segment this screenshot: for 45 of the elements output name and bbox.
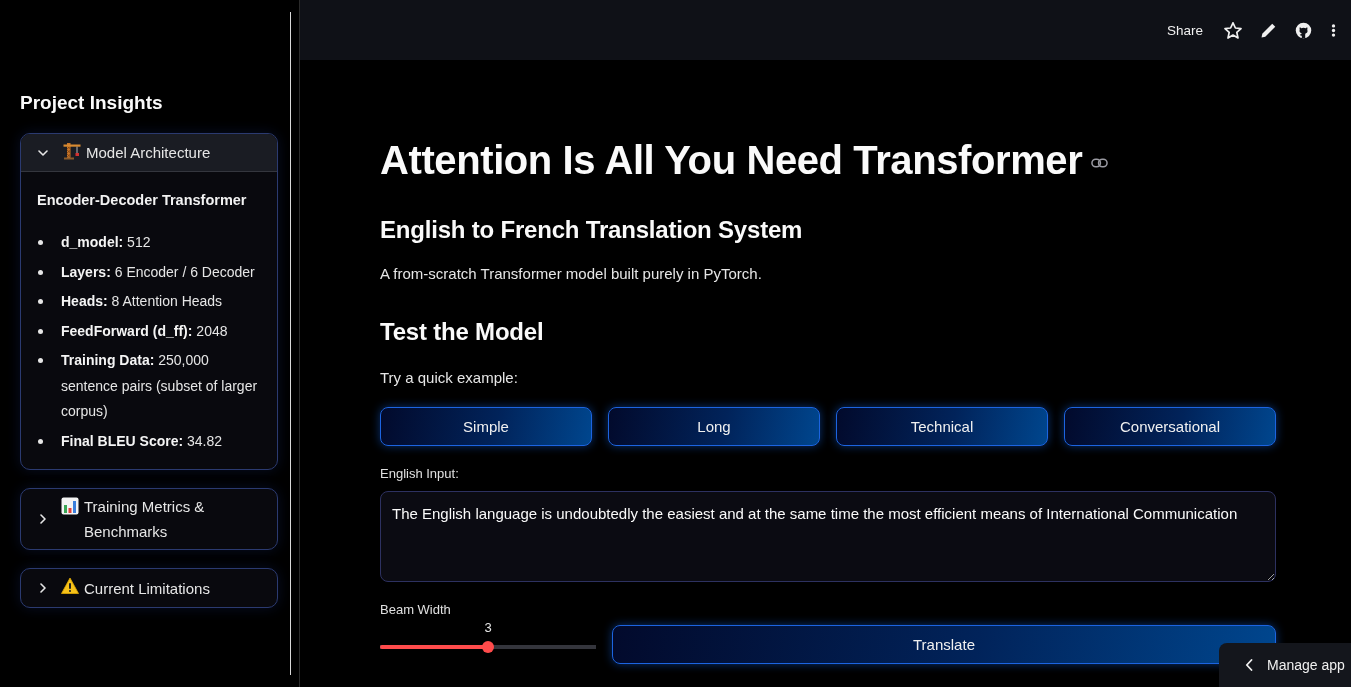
example-button[interactable]: Simple bbox=[380, 407, 592, 446]
manage-app-button[interactable]: Manage app bbox=[1219, 643, 1351, 687]
github-icon[interactable] bbox=[1295, 21, 1312, 39]
slider-value: 3 bbox=[484, 620, 492, 636]
bullet-icon bbox=[38, 299, 43, 304]
spec-item: Training Data: 250,000 sentence pairs (subset of larger corpus) bbox=[61, 351, 259, 421]
section-heading: Test the Model bbox=[380, 317, 545, 347]
text-input[interactable]: The English language is undoubtedly the easiest and at the same time the most efficient means of International Communication bbox=[380, 491, 1276, 582]
spec-item: Layers: 6 Encoder / 6 Decoder bbox=[61, 262, 255, 282]
page-title: Attention Is All You Need Transformer bbox=[380, 137, 1083, 184]
bar-chart-icon bbox=[61, 497, 79, 515]
pencil-icon[interactable] bbox=[1261, 22, 1276, 38]
chevron-down-icon bbox=[38, 149, 48, 156]
slider-label: Beam Width bbox=[380, 601, 452, 619]
spec-item: Heads: 8 Attention Heads bbox=[61, 292, 223, 311]
spec-item: d_model: 512 bbox=[61, 233, 151, 252]
example-button[interactable]: Technical bbox=[836, 407, 1048, 446]
expander-heading: Encoder-Decoder Transformer bbox=[37, 191, 248, 210]
description-text: A from-scratch Transformer model built purely in PyTorch. bbox=[380, 264, 763, 284]
prompt-text: Try a quick example: bbox=[380, 368, 519, 388]
share-button[interactable]: Share bbox=[1166, 22, 1203, 38]
star-icon[interactable] bbox=[1224, 21, 1242, 39]
bullet-icon bbox=[38, 328, 43, 334]
bullet-icon bbox=[38, 358, 43, 363]
bullet-icon bbox=[38, 269, 43, 275]
bullet-icon bbox=[38, 438, 43, 444]
bullet-icon bbox=[38, 240, 43, 245]
example-button[interactable]: Conversational bbox=[1064, 407, 1276, 446]
slider-thumb[interactable] bbox=[482, 641, 494, 653]
spec-item: FeedForward (d_ff): 2048 bbox=[61, 321, 228, 341]
field-label: English Input: bbox=[380, 465, 460, 483]
link-icon[interactable] bbox=[1091, 158, 1109, 168]
chevron-right-icon bbox=[40, 514, 46, 524]
expander-header[interactable]: Model Architecture bbox=[21, 134, 277, 172]
sidebar-title: Project Insights bbox=[20, 91, 164, 115]
more-menu-icon[interactable] bbox=[1331, 22, 1336, 38]
example-button[interactable]: Long bbox=[608, 407, 820, 446]
expander-header[interactable]: Training Metrics & Benchmarks bbox=[21, 489, 277, 549]
page-subtitle: English to French Translation System bbox=[380, 215, 804, 245]
chevron-left-icon bbox=[1245, 659, 1253, 671]
crane-icon bbox=[63, 142, 81, 160]
warning-icon bbox=[61, 577, 79, 595]
expander-header[interactable]: Current Limitations bbox=[21, 569, 277, 607]
chevron-right-icon bbox=[40, 583, 46, 593]
spec-item: Final BLEU Score: 34.82 bbox=[61, 431, 223, 451]
